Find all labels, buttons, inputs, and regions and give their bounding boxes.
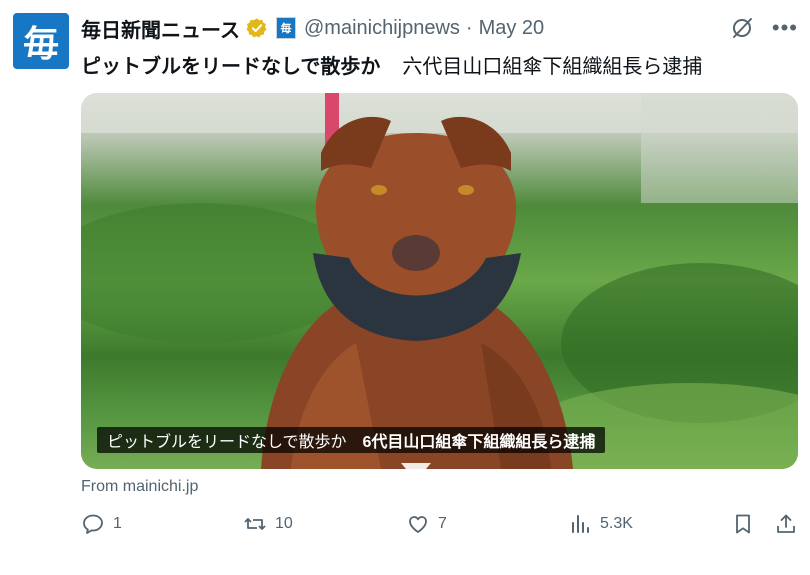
separator: · — [465, 16, 473, 39]
repost-icon — [244, 518, 266, 530]
share-icon — [777, 514, 795, 533]
image-caption: ピットブルをリードなしで散歩か 6代目山口組傘下組織組長ら逮捕 — [97, 427, 606, 453]
grok-icon[interactable] — [730, 16, 754, 40]
caption-part-a: ピットブルをリードなしで散歩か — [107, 434, 347, 451]
views-button[interactable]: 5.3K — [568, 512, 633, 536]
verified-badge-icon[interactable] — [246, 17, 268, 39]
like-count: 7 — [438, 515, 447, 532]
caption-part-b: 6代目山口組傘下組織組長ら逮捕 — [362, 434, 596, 451]
dog-photo — [81, 93, 798, 469]
reply-button[interactable]: 1 — [81, 512, 122, 536]
affiliation-glyph: 毎 — [280, 23, 292, 35]
tweet-text-bold: ピットブルをリードなしで散歩か — [81, 56, 381, 78]
views-icon — [572, 515, 589, 533]
handle[interactable]: @mainichijpnews — [304, 17, 460, 40]
tweet-image[interactable] — [81, 93, 798, 469]
tweet-text-rest: 六代目山口組傘下組織組長ら逮捕 — [402, 56, 703, 78]
like-icon — [409, 516, 427, 533]
tweet-text: ピットブルをリードなしで散歩か 六代目山口組傘下組織組長ら逮捕 — [81, 50, 702, 79]
link-source[interactable]: From mainichi.jp — [81, 478, 198, 496]
repost-button[interactable]: 10 — [243, 512, 293, 536]
header-actions: ••• — [730, 16, 798, 40]
repost-count: 10 — [275, 515, 293, 532]
bookmark-button[interactable] — [731, 512, 755, 536]
display-name[interactable]: 毎日新聞ニュース — [81, 14, 240, 43]
like-button[interactable]: 7 — [406, 512, 447, 536]
avatar[interactable]: 毎 — [13, 13, 69, 69]
timestamp[interactable]: May 20 — [479, 17, 545, 40]
affiliation-badge[interactable]: 毎 — [276, 17, 296, 39]
tweet-header: 毎日新聞ニュース 毎 @mainichijpnews · May 20 — [81, 14, 800, 42]
avatar-glyph: 毎 — [22, 23, 59, 65]
share-button[interactable] — [774, 512, 798, 536]
view-count: 5.3K — [600, 515, 633, 532]
action-bar: 1 10 7 5.3K — [81, 512, 798, 546]
more-icon[interactable]: ••• — [772, 17, 798, 39]
bookmark-icon — [736, 514, 750, 534]
reply-count: 1 — [113, 515, 122, 532]
reply-icon — [83, 514, 103, 534]
